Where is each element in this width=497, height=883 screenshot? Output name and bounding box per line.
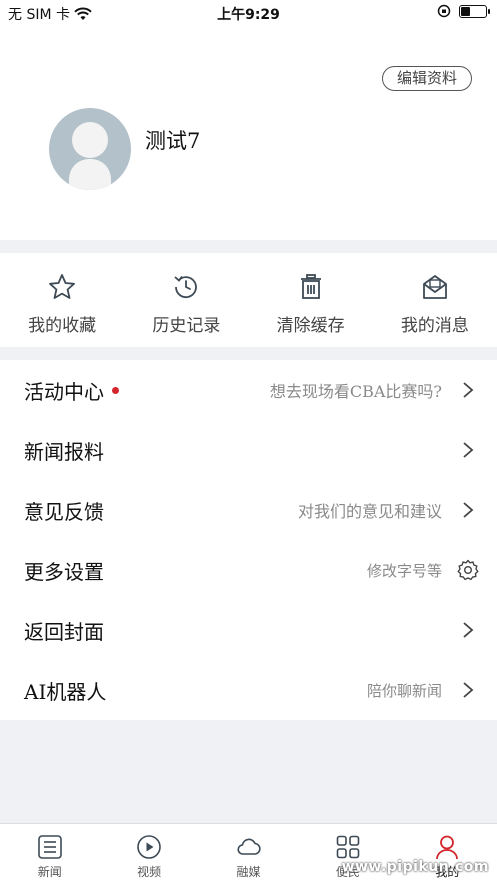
menu-item-news-tip[interactable]: 新闻报料 (0, 420, 497, 480)
menu-item-back-to-cover[interactable]: 返回封面 (0, 600, 497, 660)
bottom-tab-bar: 新闻 视频 融媒 便民 我的 www.pipikun.com (0, 823, 497, 883)
avatar-head (72, 122, 108, 158)
menu-item-subtitle: 陪你聊新闻 (366, 681, 442, 700)
chevron-right-icon (457, 379, 479, 401)
menu-item-title: 意见反馈 (24, 499, 104, 524)
chevron-right-icon (457, 679, 479, 701)
avatar[interactable] (49, 108, 131, 190)
shortcut-label: 我的消息 (400, 316, 469, 336)
menu-item-title: AI机器人 (24, 679, 107, 704)
avatar-body (69, 159, 111, 190)
menu-item-more-settings[interactable]: 更多设置 修改字号等 (0, 540, 497, 600)
menu-item-subtitle: 对我们的意见和建议 (297, 502, 442, 521)
chevron-right-icon (457, 439, 479, 461)
menu-item-ai-robot[interactable]: AI机器人 陪你聊新闻 (0, 660, 497, 720)
tab-label: 视频 (137, 865, 162, 879)
star-icon (49, 274, 76, 299)
menu-item-subtitle: 想去现场看CBA比赛吗? (269, 382, 442, 401)
menu-item-title: 更多设置 (24, 559, 104, 584)
cloud-icon (236, 838, 261, 855)
shortcut-label: 清除缓存 (276, 316, 345, 336)
user-icon (436, 835, 459, 860)
tab-label: 融媒 (236, 865, 261, 879)
shortcut-label: 历史记录 (152, 316, 221, 336)
tab-media[interactable]: 融媒 (199, 824, 298, 883)
tab-video[interactable]: 视频 (99, 824, 198, 883)
trash-icon (300, 274, 321, 299)
edit-profile-button[interactable]: 编辑资料 (381, 66, 472, 91)
battery-icon (459, 4, 490, 18)
battery-level (461, 6, 471, 16)
menu-item-feedback[interactable]: 意见反馈 对我们的意见和建议 (0, 480, 497, 540)
menu-item-title: 活动中心 (24, 376, 119, 405)
news-icon (37, 835, 62, 859)
gear-icon (457, 559, 479, 581)
shortcut-history[interactable]: 历史记录 (124, 253, 248, 347)
tab-news[interactable]: 新闻 (0, 824, 99, 883)
shortcut-label: 我的收藏 (28, 316, 97, 336)
clock: 上午9:29 (217, 7, 280, 23)
mail-icon (422, 275, 447, 299)
profile-header: 编辑资料 测试7 (0, 28, 497, 240)
play-icon (137, 835, 161, 859)
watermark: www.pipikun.com (341, 859, 489, 875)
username: 测试7 (145, 129, 201, 153)
status-bar: 无 SIM 卡 上午9:29 (0, 0, 497, 28)
menu-item-subtitle: 修改字号等 (366, 561, 442, 580)
grid-icon (336, 835, 360, 859)
shortcut-row: 我的收藏 历史记录 清除缓存 我的消息 (0, 253, 497, 347)
notification-dot (112, 386, 119, 394)
history-icon (174, 275, 198, 299)
tab-label: 新闻 (37, 865, 62, 879)
menu-item-title: 返回封面 (24, 619, 104, 644)
shortcut-clear-cache[interactable]: 清除缓存 (249, 253, 373, 347)
shortcut-messages[interactable]: 我的消息 (373, 253, 497, 347)
menu-item-title: 新闻报料 (24, 439, 104, 464)
menu-item-activity-center[interactable]: 活动中心 想去现场看CBA比赛吗? (0, 360, 497, 420)
chevron-right-icon (457, 619, 479, 641)
shortcut-favorites[interactable]: 我的收藏 (0, 253, 124, 347)
rotation-lock-icon (437, 4, 451, 18)
chevron-right-icon (457, 499, 479, 521)
settings-menu: 活动中心 想去现场看CBA比赛吗? 新闻报料 意见反馈 对我们的意见和建议 更多… (0, 360, 497, 720)
